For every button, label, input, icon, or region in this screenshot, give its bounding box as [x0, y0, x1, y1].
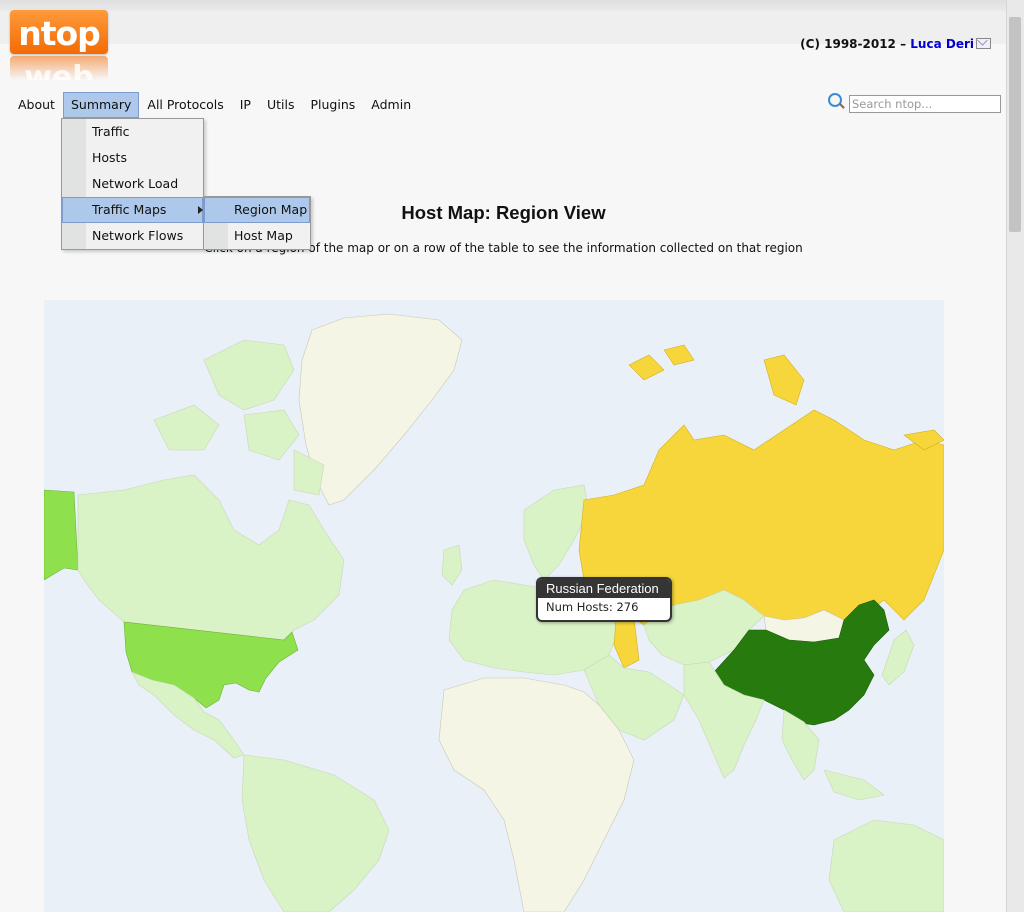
world-map-svg[interactable]: [44, 300, 944, 912]
menu-item-hosts[interactable]: Hosts: [62, 145, 203, 171]
logo-text: ntop: [18, 14, 101, 53]
nav-about[interactable]: About: [10, 92, 63, 118]
menu-item-traffic-maps-label: Traffic Maps: [92, 202, 167, 217]
logo-reflection-text: web: [24, 60, 94, 80]
logo-reflection: web: [10, 56, 108, 80]
nav-summary[interactable]: Summary: [62, 92, 140, 118]
menu-item-network-flows[interactable]: Network Flows: [62, 223, 203, 249]
menu-item-traffic[interactable]: Traffic: [62, 119, 203, 145]
scrollbar-thumb[interactable]: [1009, 17, 1021, 232]
ntop-logo[interactable]: ntop: [10, 10, 108, 54]
tooltip-region-name: Russian Federation: [538, 579, 670, 598]
nav-utils[interactable]: Utils: [259, 92, 303, 118]
copyright-text: (C) 1998-2012 –: [800, 37, 907, 51]
menu-item-region-map[interactable]: Region Map: [204, 197, 310, 223]
mail-icon[interactable]: [976, 38, 991, 49]
region-australia[interactable]: [828, 819, 944, 912]
region-alaska[interactable]: [44, 489, 79, 581]
nav-plugins[interactable]: Plugins: [303, 92, 364, 118]
copyright: (C) 1998-2012 – Luca Deri: [800, 37, 991, 51]
traffic-maps-submenu: Region Map Host Map: [203, 196, 311, 250]
menu-item-host-map[interactable]: Host Map: [204, 223, 310, 249]
nav-all-protocols[interactable]: All Protocols: [139, 92, 231, 118]
summary-dropdown: Traffic Hosts Network Load Traffic Maps …: [61, 118, 204, 250]
menu-item-network-load[interactable]: Network Load: [62, 171, 203, 197]
search-input[interactable]: [849, 95, 1001, 113]
author-link[interactable]: Luca Deri: [910, 37, 974, 51]
map-tooltip: Russian Federation Num Hosts: 276: [536, 577, 672, 622]
search-icon[interactable]: [828, 93, 842, 107]
scrollbar[interactable]: [1006, 0, 1024, 912]
region-map[interactable]: Russian Federation Num Hosts: 276: [44, 300, 944, 912]
main-nav: About Summary All Protocols IP Utils Plu…: [10, 92, 419, 118]
nav-admin[interactable]: Admin: [363, 92, 419, 118]
tooltip-num-hosts: Num Hosts: 276: [546, 600, 639, 614]
nav-ip[interactable]: IP: [232, 92, 259, 118]
menu-item-traffic-maps[interactable]: Traffic Maps: [62, 197, 203, 223]
